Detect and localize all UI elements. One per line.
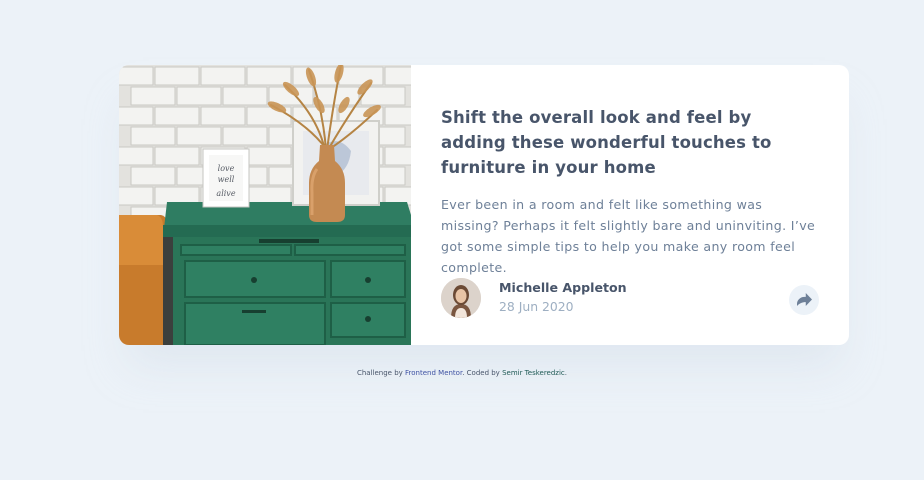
developer-link[interactable]: Semir Teskeredzic bbox=[502, 369, 565, 377]
share-icon bbox=[796, 291, 812, 310]
article-content: Shift the overall look and feel by addin… bbox=[411, 65, 849, 345]
frontend-mentor-link[interactable]: Frontend Mentor bbox=[405, 369, 462, 377]
attribution-middle: . Coded by bbox=[462, 369, 503, 377]
attribution: Challenge by Frontend Mentor. Coded by S… bbox=[0, 369, 924, 377]
share-button[interactable] bbox=[789, 285, 819, 315]
drawers-photo: love well alive bbox=[119, 65, 411, 345]
article-description: Ever been in a room and felt like someth… bbox=[441, 197, 816, 275]
frame-text-line2: well bbox=[218, 175, 235, 184]
article-preview-card: love well alive Shift the overall look a… bbox=[119, 65, 849, 345]
attribution-suffix: . bbox=[564, 369, 568, 377]
author-name: Michelle Appleton bbox=[499, 280, 627, 295]
frame-text-line3: alive bbox=[216, 189, 235, 198]
attribution-prefix: Challenge by bbox=[356, 369, 406, 377]
post-date: 28 Jun 2020 bbox=[499, 299, 574, 314]
article-title: Shift the overall look and feel by addin… bbox=[441, 108, 772, 177]
author-block: Michelle Appleton 28 Jun 2020 bbox=[441, 278, 627, 318]
frame-text-line1: love bbox=[218, 164, 235, 173]
avatar bbox=[441, 278, 481, 318]
author-info: Michelle Appleton 28 Jun 2020 bbox=[499, 279, 627, 317]
